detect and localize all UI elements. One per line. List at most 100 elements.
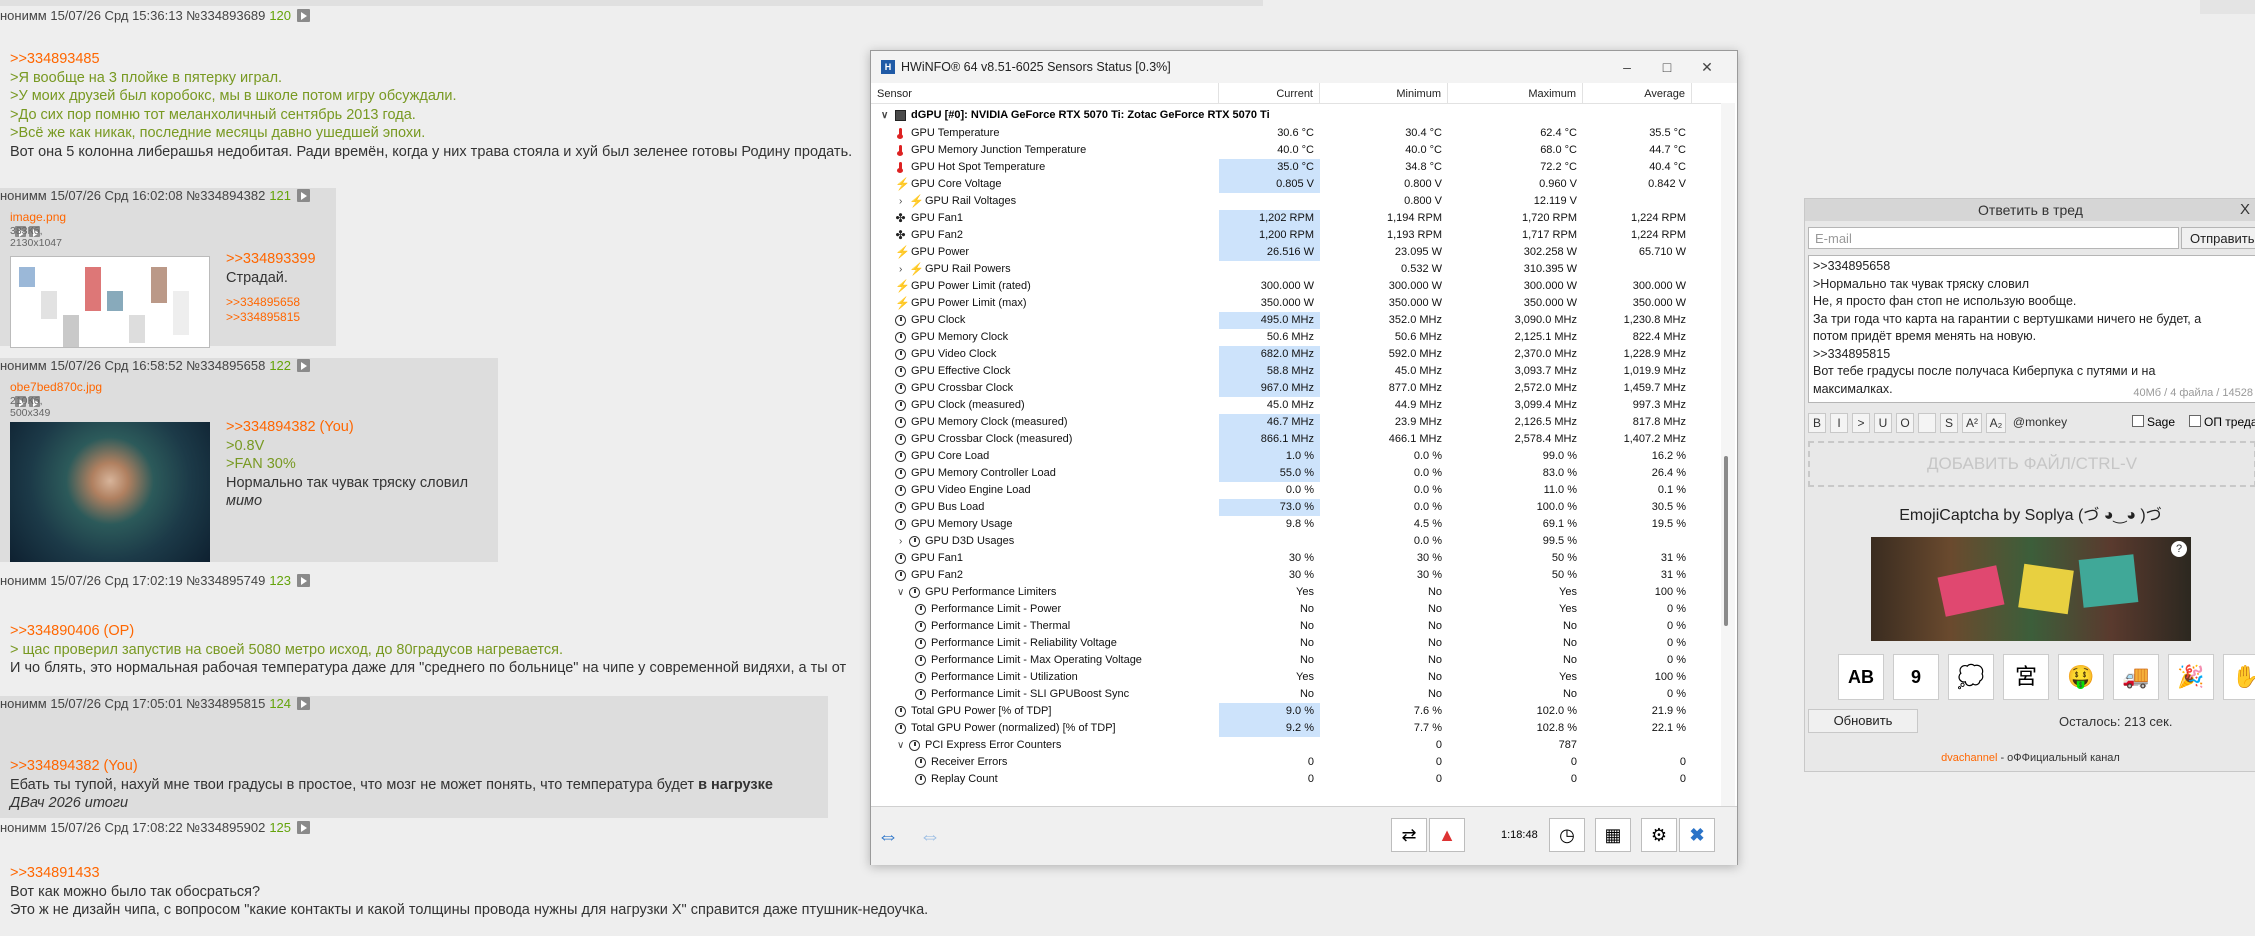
form-close-button[interactable]: X bbox=[2240, 199, 2250, 221]
markup-button[interactable]: @monkey bbox=[2010, 413, 2070, 433]
sensor-row[interactable]: Total GPU Power [% of TDP] 9.0 % 7.6 % 102.… bbox=[871, 703, 1721, 720]
sensor-row[interactable]: GPU Hot Spot Temperature 35.0 °C 34.8 °C 72… bbox=[871, 159, 1721, 176]
chevron-right-icon[interactable]: › bbox=[899, 533, 902, 550]
sensor-row[interactable]: GPU Video Engine Load 0.0 % 0.0 % 11.0 % 0.1… bbox=[871, 482, 1721, 499]
hwinfo-app-icon[interactable]: ▲ bbox=[1429, 818, 1465, 852]
sensor-row[interactable]: ∨ PCI Express Error Counters 0 787 bbox=[871, 737, 1721, 754]
backlink[interactable]: >>334895815 bbox=[226, 310, 316, 325]
chevron-down-icon[interactable]: ∨ bbox=[881, 107, 888, 124]
sensor-row[interactable]: Total GPU Power (normalized) [% of TDP] 9… bbox=[871, 720, 1721, 737]
file-dropzone[interactable]: ДОБАВИТЬ ФАЙЛ/CTRL-V bbox=[1808, 441, 2255, 487]
sensor-row[interactable]: GPU Temperature 30.6 °C 30.4 °C 62.4 °C 35.5… bbox=[871, 125, 1721, 142]
sensor-row[interactable]: GPU Crossbar Clock (measured) 866.1 MHz 46… bbox=[871, 431, 1721, 448]
markup-button[interactable]: S bbox=[1940, 413, 1958, 433]
sensor-row[interactable]: ⚡ GPU Core Voltage 0.805 V 0.800 V 0.960 V 0.… bbox=[871, 176, 1721, 193]
form-title[interactable]: Ответить в тред bbox=[1805, 199, 2255, 221]
sensor-row[interactable]: GPU Clock 495.0 MHz 352.0 MHz 3,090.0 MHz 1,… bbox=[871, 312, 1721, 329]
close-button[interactable]: ✕ bbox=[1687, 55, 1727, 79]
post-image-thumbnail[interactable] bbox=[10, 422, 210, 562]
sensor-row[interactable]: Receiver Errors 0 0 0 0 bbox=[871, 754, 1721, 771]
sensor-row[interactable]: › GPU D3D Usages 0.0 % 99.5 % bbox=[871, 533, 1721, 550]
chevron-right-icon[interactable]: › bbox=[899, 193, 902, 210]
send-button[interactable]: Отправить bbox=[2181, 227, 2255, 249]
sensor-row[interactable]: ⚡ GPU Power Limit (max) 350.000 W 350.000 W… bbox=[871, 295, 1721, 312]
sensor-row[interactable]: Replay Count 0 0 0 0 bbox=[871, 771, 1721, 788]
ab-button-emoji[interactable]: AB bbox=[1838, 654, 1884, 700]
post-menu-icon[interactable] bbox=[297, 697, 311, 710]
sensor-row[interactable]: Performance Limit - SLI GPUBoost Sync No N… bbox=[871, 686, 1721, 703]
markup-button[interactable]: > bbox=[1852, 413, 1870, 433]
col-sensor[interactable]: Sensor bbox=[871, 83, 1219, 103]
sensor-group-row[interactable]: ∨ dGPU [#0]: NVIDIA GeForce RTX 5070 Ti:… bbox=[871, 107, 1721, 124]
add-report-icon[interactable]: ▦ bbox=[1595, 818, 1631, 852]
network-icon[interactable]: ⇄ bbox=[1391, 818, 1427, 852]
sensor-row[interactable]: GPU Video Clock 682.0 MHz 592.0 MHz 2,370.0… bbox=[871, 346, 1721, 363]
post-menu-icon[interactable] bbox=[297, 359, 311, 372]
col-current[interactable]: Current bbox=[1219, 83, 1320, 103]
sensor-row[interactable]: GPU Memory Clock (measured) 46.7 MHz 23.9 … bbox=[871, 414, 1721, 431]
sensor-row[interactable]: Performance Limit - Max Operating Voltag… bbox=[871, 652, 1721, 669]
minimize-button[interactable]: – bbox=[1607, 55, 1647, 79]
chevron-down-icon[interactable]: ∨ bbox=[897, 737, 904, 754]
reply-link[interactable]: >>334894382 (You) bbox=[226, 418, 468, 437]
reply-link[interactable]: >>334894382 (You) bbox=[10, 757, 773, 776]
sensor-row[interactable]: ✤ GPU Fan2 1,200 RPM 1,193 RPM 1,717 RPM 1,22… bbox=[871, 227, 1721, 244]
markup-button[interactable]: O bbox=[1896, 413, 1914, 433]
sensor-row[interactable]: ⚡ GPU Power 26.516 W 23.095 W 302.258 W 65.71… bbox=[871, 244, 1721, 261]
exit-icon[interactable]: ✖ bbox=[1679, 818, 1715, 852]
email-field[interactable]: E-mail bbox=[1808, 227, 2179, 249]
sensor-row[interactable]: Performance Limit - Thermal No No No 0 % bbox=[871, 618, 1721, 635]
scrollbar-thumb[interactable] bbox=[1724, 456, 1728, 626]
navigate-arrows-icon[interactable]: ⇔ bbox=[877, 823, 899, 849]
sensor-row[interactable]: GPU Clock (measured) 45.0 MHz 44.9 MHz 3,09… bbox=[871, 397, 1721, 414]
help-icon[interactable]: ? bbox=[2171, 541, 2187, 557]
sensor-row[interactable]: › ⚡ GPU Rail Powers 0.532 W 310.395 W bbox=[871, 261, 1721, 278]
sensor-row[interactable]: GPU Memory Junction Temperature 40.0 °C 40… bbox=[871, 142, 1721, 159]
post-menu-icon[interactable] bbox=[297, 9, 311, 22]
markup-button[interactable]: I bbox=[1830, 413, 1848, 433]
backlink[interactable]: >>334895658 bbox=[226, 295, 316, 310]
post-menu-icon[interactable] bbox=[297, 821, 311, 834]
reply-link[interactable]: >>334891433 bbox=[10, 864, 928, 883]
reply-link[interactable]: >>334893485 bbox=[10, 50, 852, 69]
post-image-thumbnail[interactable] bbox=[10, 256, 210, 348]
sensor-row[interactable]: GPU Crossbar Clock 967.0 MHz 877.0 MHz 2,57… bbox=[871, 380, 1721, 397]
markup-button[interactable]: A₂ bbox=[1986, 413, 2006, 433]
sensor-row[interactable]: GPU Effective Clock 58.8 MHz 45.0 MHz 3,093… bbox=[871, 363, 1721, 380]
post-number[interactable]: 120 bbox=[269, 8, 291, 23]
markup-button[interactable]: A² bbox=[1962, 413, 1982, 433]
post-menu-icon[interactable] bbox=[297, 189, 311, 202]
markup-button[interactable]: B bbox=[1808, 413, 1826, 433]
sensor-row[interactable]: Performance Limit - Power No No Yes 0 % bbox=[871, 601, 1721, 618]
op-checkbox[interactable]: ОП треда bbox=[2189, 415, 2255, 429]
settings-gear-icon[interactable]: ⚙ bbox=[1641, 818, 1677, 852]
post-menu-icon[interactable] bbox=[297, 574, 311, 587]
keycap-nine-emoji[interactable]: 9 bbox=[1893, 654, 1939, 700]
reply-link[interactable]: >>334890406 (OP) bbox=[10, 622, 846, 641]
markup-button[interactable] bbox=[1918, 413, 1936, 433]
post-number[interactable]: 125 bbox=[269, 820, 291, 835]
sensor-row[interactable]: ⚡ GPU Power Limit (rated) 300.000 W 300.000… bbox=[871, 278, 1721, 295]
sage-checkbox[interactable]: Sage bbox=[2132, 415, 2175, 429]
reply-link[interactable]: >>334893399 bbox=[226, 250, 316, 269]
post-number[interactable]: 122 bbox=[269, 358, 291, 373]
sensor-row[interactable]: GPU Memory Usage 9.8 % 4.5 % 69.1 % 19.5 % bbox=[871, 516, 1721, 533]
col-minimum[interactable]: Minimum bbox=[1320, 83, 1448, 103]
sensor-row[interactable]: GPU Memory Clock 50.6 MHz 50.6 MHz 2,125.1 … bbox=[871, 329, 1721, 346]
money-face-emoji[interactable]: 🤑 bbox=[2058, 654, 2104, 700]
post-number[interactable]: 124 bbox=[269, 696, 291, 711]
col-maximum[interactable]: Maximum bbox=[1448, 83, 1583, 103]
clock-icon[interactable]: ◷ bbox=[1549, 818, 1585, 852]
markup-button[interactable]: U bbox=[1874, 413, 1892, 433]
sensor-row[interactable]: GPU Fan2 30 % 30 % 50 % 31 % bbox=[871, 567, 1721, 584]
party-popper-emoji[interactable]: 🎉 bbox=[2168, 654, 2214, 700]
chevron-down-icon[interactable]: ∨ bbox=[897, 584, 904, 601]
sensor-row[interactable]: › ⚡ GPU Rail Voltages 0.800 V 12.119 V bbox=[871, 193, 1721, 210]
sensor-row[interactable]: GPU Fan1 30 % 30 % 50 % 31 % bbox=[871, 550, 1721, 567]
truck-emoji[interactable]: 🚚 bbox=[2113, 654, 2159, 700]
sensor-row[interactable]: GPU Bus Load 73.0 % 0.0 % 100.0 % 30.5 % bbox=[871, 499, 1721, 516]
channel-link[interactable]: dvachannel bbox=[1941, 752, 1997, 764]
post-number[interactable]: 123 bbox=[269, 573, 291, 588]
chevron-right-icon[interactable]: › bbox=[899, 261, 902, 278]
comment-textarea[interactable]: >>334895658 >Нормально так чувак тряску с… bbox=[1808, 255, 2255, 403]
